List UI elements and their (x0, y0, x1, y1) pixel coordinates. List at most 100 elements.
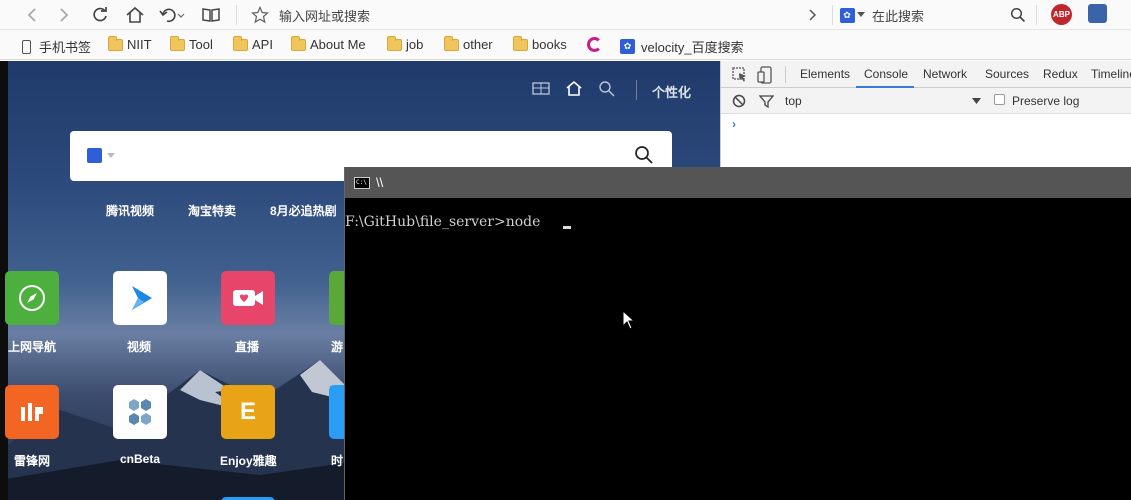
toolbar-divider (236, 5, 237, 25)
chevron-down-icon[interactable] (972, 98, 981, 105)
search-button[interactable] (1006, 3, 1030, 27)
folder-icon (444, 35, 459, 51)
bookmark-folder-about-me[interactable]: About Me (291, 35, 366, 52)
address-bar[interactable]: 输入网址或搜索 (279, 6, 370, 25)
extension-icon[interactable] (1088, 4, 1107, 23)
tab-redux[interactable]: Redux (1043, 67, 1078, 81)
console-output[interactable]: › (721, 114, 1131, 164)
grid-icon[interactable] (532, 80, 550, 96)
undo-icon (159, 8, 185, 23)
cmd-icon: C:\ (354, 177, 370, 189)
tile-live[interactable] (221, 271, 275, 325)
cmd-window[interactable]: C:\ \\ F:\GitHub\file_server>node (344, 167, 1131, 500)
device-toggle-icon[interactable] (757, 66, 773, 84)
tab-timeline[interactable]: Timeline (1091, 67, 1131, 81)
browser-toolbar: 输入网址或搜索 ✿ 在此搜索 ABP (0, 0, 1131, 30)
tab-network[interactable]: Network (923, 67, 967, 81)
search-icon[interactable] (598, 80, 616, 98)
camera-icon (233, 290, 263, 306)
chevron-right-icon (809, 9, 817, 21)
tab-console[interactable]: Console (864, 67, 908, 81)
context-selector[interactable]: top (785, 94, 802, 108)
tile-label: cnBeta (120, 452, 161, 466)
book-icon (202, 8, 220, 22)
bookmark-folder-books[interactable]: books (513, 35, 567, 52)
adblock-plus-button[interactable]: ABP (1051, 4, 1072, 25)
hot-link[interactable]: 淘宝特卖 (188, 202, 236, 219)
console-toolbar: top Preserve log (721, 88, 1131, 114)
header-divider (636, 80, 637, 100)
chevron-down-icon[interactable] (107, 153, 115, 158)
home-icon[interactable] (565, 80, 583, 97)
search-icon (1010, 7, 1026, 23)
filter-icon[interactable] (759, 95, 774, 108)
clear-console-icon[interactable] (732, 94, 746, 108)
hot-link[interactable]: 腾讯视频 (106, 202, 154, 219)
cmd-prompt-line[interactable]: F:\GitHub\file_server>node (345, 214, 545, 230)
folder-icon (233, 35, 248, 51)
tile-label: 游 (331, 340, 344, 354)
tab-sources[interactable]: Sources (985, 67, 1029, 81)
folder-icon (291, 35, 306, 51)
back-arrow-icon (27, 8, 36, 22)
forward-button[interactable] (52, 3, 76, 27)
cmd-text-cursor (563, 226, 571, 229)
bookmark-folder-api[interactable]: API (233, 35, 273, 52)
bookmark-label: books (532, 37, 567, 52)
back-button[interactable] (20, 3, 44, 27)
home-button[interactable] (123, 3, 147, 27)
folder-icon (513, 35, 528, 51)
leiphone-icon (21, 403, 43, 421)
baidu-paw-icon[interactable] (87, 148, 102, 163)
bookmark-swirl[interactable] (587, 37, 608, 52)
tab-elements[interactable]: Elements (800, 67, 850, 81)
search-engine-selector[interactable]: ✿ (838, 3, 866, 27)
bookmark-velocity-baidu[interactable]: ✿ velocity_百度搜索 (620, 37, 744, 56)
bookmark-label: About Me (310, 37, 366, 52)
bookmark-mobile[interactable]: 手机书签 (22, 37, 91, 56)
baidu-paw-icon: ✿ (620, 39, 635, 54)
hot-link[interactable]: 8月必追热剧 (270, 202, 337, 219)
reload-button[interactable] (88, 3, 112, 27)
devtools-tab-bar: Elements Console Network Sources Redux T… (721, 61, 1131, 88)
cmd-title-bar[interactable]: C:\ \\ (345, 167, 1131, 198)
bookmark-folder-job[interactable]: job (387, 35, 424, 52)
tile-label: Enjoy雅趣 (220, 454, 277, 468)
bookmark-folder-niit[interactable]: NIIT (108, 35, 152, 52)
tile-enjoy[interactable]: E (221, 385, 275, 439)
search-bar[interactable]: 在此搜索 (872, 6, 924, 25)
personalize-button[interactable]: 个性化 (652, 82, 691, 101)
bookmarks-bar: 手机书签 NIIT Tool API About Me job other bo… (0, 30, 1131, 60)
bookmark-folder-other[interactable]: other (444, 35, 493, 52)
tile-web-nav[interactable] (5, 271, 59, 325)
reader-button[interactable] (199, 3, 223, 27)
tile-label: 直播 (235, 340, 260, 354)
swirl-icon (587, 37, 602, 52)
tile-label: 雷锋网 (14, 454, 51, 468)
folder-icon (170, 35, 185, 51)
phone-icon (22, 39, 31, 54)
forward-arrow-icon (60, 8, 69, 22)
toolbar-divider (832, 5, 833, 25)
tile-cnbeta[interactable] (113, 385, 167, 439)
bookmark-label: NIIT (127, 37, 152, 52)
home-icon (126, 6, 144, 23)
bookmark-label: API (252, 37, 273, 52)
search-icon[interactable] (634, 145, 654, 165)
star-icon (251, 6, 269, 24)
favorite-button[interactable] (248, 3, 272, 27)
cmd-title: \\ (376, 175, 384, 190)
tile-leiphone[interactable] (5, 385, 59, 439)
tab-divider (785, 66, 786, 83)
console-prompt: › (732, 117, 736, 131)
bookmark-label: velocity_百度搜索 (641, 40, 744, 55)
tile-video[interactable] (113, 271, 167, 325)
bookmark-label: job (406, 37, 424, 52)
address-dropdown-button[interactable] (800, 3, 824, 27)
undo-close-tab-button[interactable] (158, 3, 186, 27)
bookmark-label: 手机书签 (39, 40, 92, 55)
preserve-log-checkbox[interactable] (994, 94, 1005, 105)
bookmark-folder-tool[interactable]: Tool (170, 35, 213, 52)
toolbar-divider (1036, 5, 1037, 25)
inspect-element-icon[interactable] (732, 67, 748, 83)
